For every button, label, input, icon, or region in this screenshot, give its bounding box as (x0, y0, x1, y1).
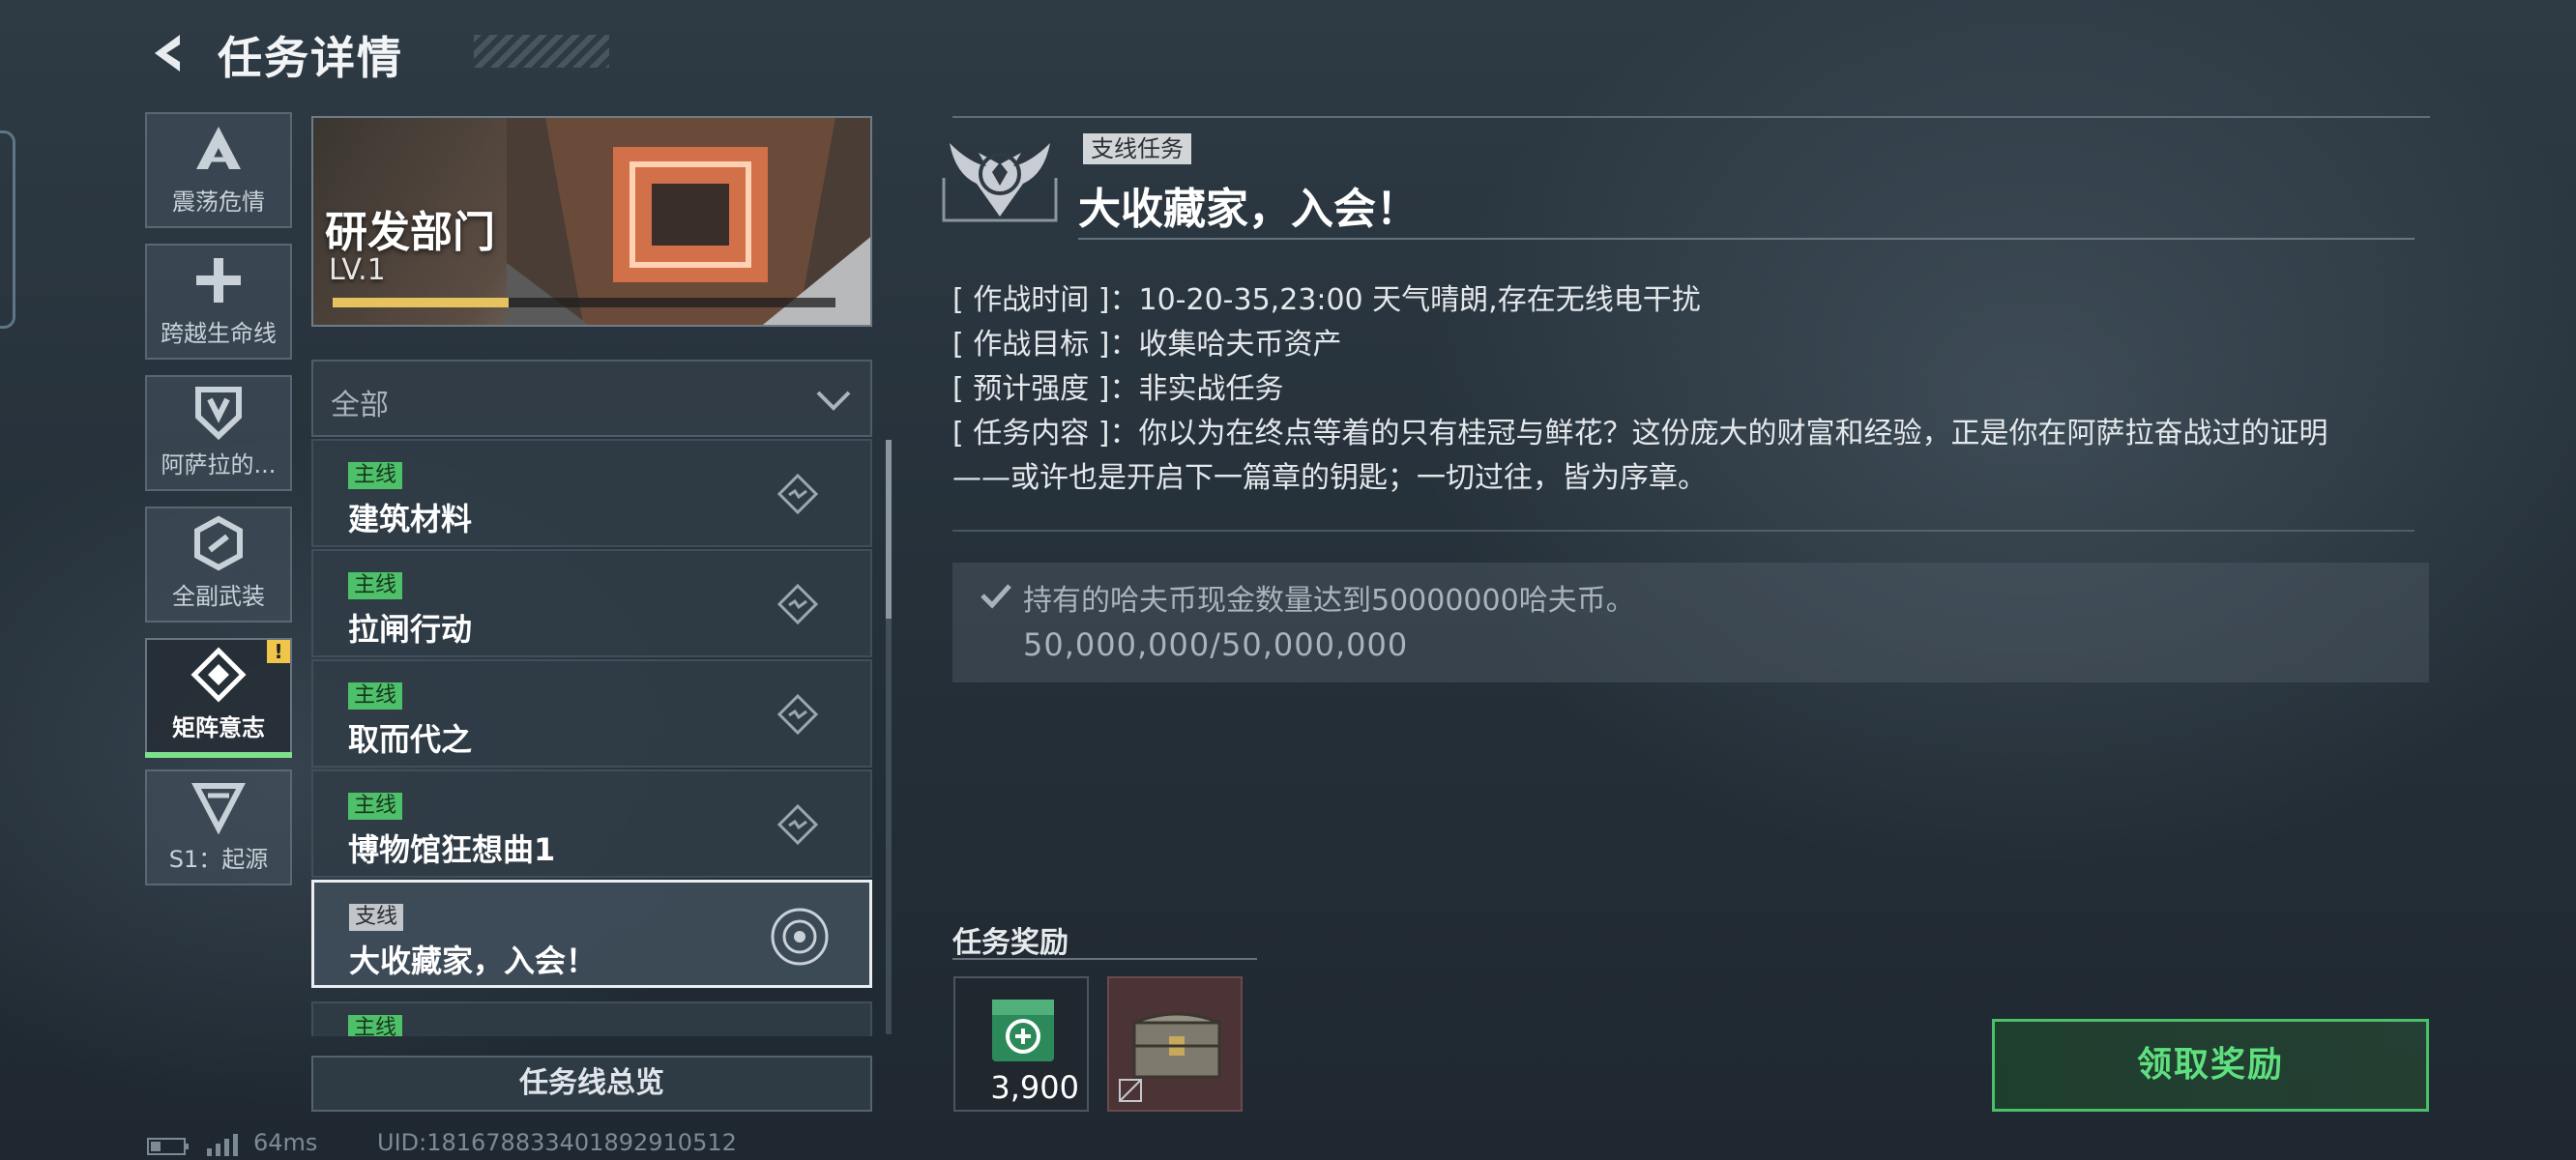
quest-name: 取而代之 (348, 721, 473, 758)
quest-tag-main: 主线 (348, 462, 403, 489)
signal-icon (207, 1134, 238, 1156)
category-tab-s1[interactable]: S1：起源 (145, 769, 292, 885)
untradeable-icon (1119, 1079, 1142, 1102)
department-name: 研发部门 (325, 208, 495, 257)
title-decoration (474, 35, 609, 68)
active-indicator (145, 752, 292, 758)
ping-readout: 64ms (253, 1129, 318, 1156)
category-label: 阿萨拉的... (161, 451, 277, 478)
category-tab-lifeline[interactable]: 跨越生命线 (145, 244, 292, 360)
category-label: S1：起源 (168, 846, 269, 873)
category-tab-armed[interactable]: 全副武装 (145, 507, 292, 623)
target-tracking-icon (771, 908, 829, 966)
quest-name: 大收藏家，入会！ (349, 942, 598, 979)
objective-description: 持有的哈夫币现金数量达到50000000哈夫币。 (1023, 584, 1635, 618)
eagle-emblem-icon (942, 143, 1058, 222)
category-tab-asala[interactable]: 阿萨拉的... (145, 375, 292, 491)
department-progress-bar (333, 298, 835, 307)
category-tab-shockwave[interactable]: 震荡危情 (145, 112, 292, 228)
category-tab-matrix[interactable]: 矩阵意志 ! (145, 638, 292, 758)
category-label: 震荡危情 (172, 188, 265, 216)
quest-tag-main: 主线 (348, 682, 403, 710)
quest-name: 拉闸行动 (348, 611, 473, 648)
user-uid: UID:1816788334018929105​12 (377, 1129, 737, 1156)
quest-locate-icon (776, 583, 819, 625)
mission-goal: [ 作战目标 ]：收集哈夫币资产 (952, 328, 1342, 362)
page-title: 任务详情 (218, 32, 403, 84)
category-label: 矩阵意志 (172, 714, 265, 741)
quest-list-item[interactable]: 主线 拉闸行动 (311, 549, 872, 657)
divider (952, 958, 1257, 960)
triangle-icon (191, 783, 246, 834)
reward-item[interactable] (1107, 976, 1243, 1112)
quest-filter-dropdown[interactable]: 全部 (311, 360, 872, 437)
quest-locate-icon (776, 803, 819, 846)
rewards-heading: 任务奖励 (952, 926, 1068, 960)
quest-list-scrollbar-thumb[interactable] (886, 440, 892, 619)
mission-intensity: [ 预计强度 ]：非实战任务 (952, 372, 1284, 406)
alert-badge: ! (267, 640, 290, 663)
divider (952, 116, 2430, 118)
back-arrow-icon[interactable] (145, 29, 193, 77)
shield-icon (195, 387, 242, 440)
chevron-down-icon (816, 391, 851, 411)
quest-locate-icon (776, 473, 819, 515)
objective-progress: 50,000,000/50,000,000 (1023, 626, 1409, 663)
currency-crate-icon (992, 1000, 1054, 1061)
department-banner[interactable]: 研发部门 LV.1 (311, 116, 872, 327)
quest-list-item[interactable]: 主线 取而代之 (311, 659, 872, 768)
quest-list-item[interactable]: 主线 (311, 1001, 872, 1036)
mission-title: 大收藏家，入会！ (1078, 185, 1419, 234)
delta-icon (196, 127, 241, 169)
claim-reward-button[interactable]: 领取奖励 (1992, 1019, 2429, 1112)
mission-content-continued: ——或许也是开启下一篇章的钥匙；一切过往，皆为序章。 (952, 461, 1707, 495)
department-progress-fill (333, 298, 509, 307)
quest-tag-main: 主线 (348, 1015, 403, 1036)
quest-tag-main: 主线 (348, 572, 403, 599)
department-artwork (507, 118, 870, 325)
divider (1078, 238, 2415, 240)
mission-content: [ 任务内容 ]：你以为在终点等着的只有桂冠与鲜花？这份庞大的财富和经验，正是你… (952, 417, 2328, 450)
treasure-chest-icon (1132, 1012, 1221, 1079)
quest-name: 博物馆狂想曲1 (348, 831, 556, 868)
reward-item[interactable]: 3,900 (953, 976, 1089, 1112)
cross-icon (196, 258, 241, 303)
category-label: 全副武装 (172, 583, 265, 610)
quest-locate-icon (776, 693, 819, 736)
quest-tag-main: 主线 (348, 793, 403, 820)
diamond-icon (190, 647, 247, 703)
reward-quantity: 3,900 (990, 1069, 1079, 1106)
divider (952, 530, 2415, 532)
mission-time: [ 作战时间 ]：10-20-35,23:00 天气晴朗,存在无线电干扰 (952, 283, 1701, 317)
quest-tag-side: 支线 (349, 904, 404, 931)
filter-selected-value: 全部 (331, 389, 389, 422)
quest-list-item[interactable]: 主线 建筑材料 (311, 439, 872, 547)
battery-icon (147, 1138, 189, 1155)
category-label: 跨越生命线 (161, 320, 277, 347)
hex-icon (194, 515, 243, 571)
questline-overview-button[interactable]: 任务线总览 (311, 1056, 872, 1112)
mission-type-badge: 支线任务 (1083, 133, 1191, 164)
quest-name: 建筑材料 (348, 501, 473, 537)
department-level: LV.1 (329, 253, 386, 287)
quest-list-item[interactable]: 主线 博物馆狂想曲1 (311, 769, 872, 878)
checkmark-icon (981, 584, 1011, 609)
quest-list-item-selected[interactable]: 支线 大收藏家，入会！ (311, 880, 872, 988)
side-drawer-tab[interactable] (0, 130, 15, 329)
